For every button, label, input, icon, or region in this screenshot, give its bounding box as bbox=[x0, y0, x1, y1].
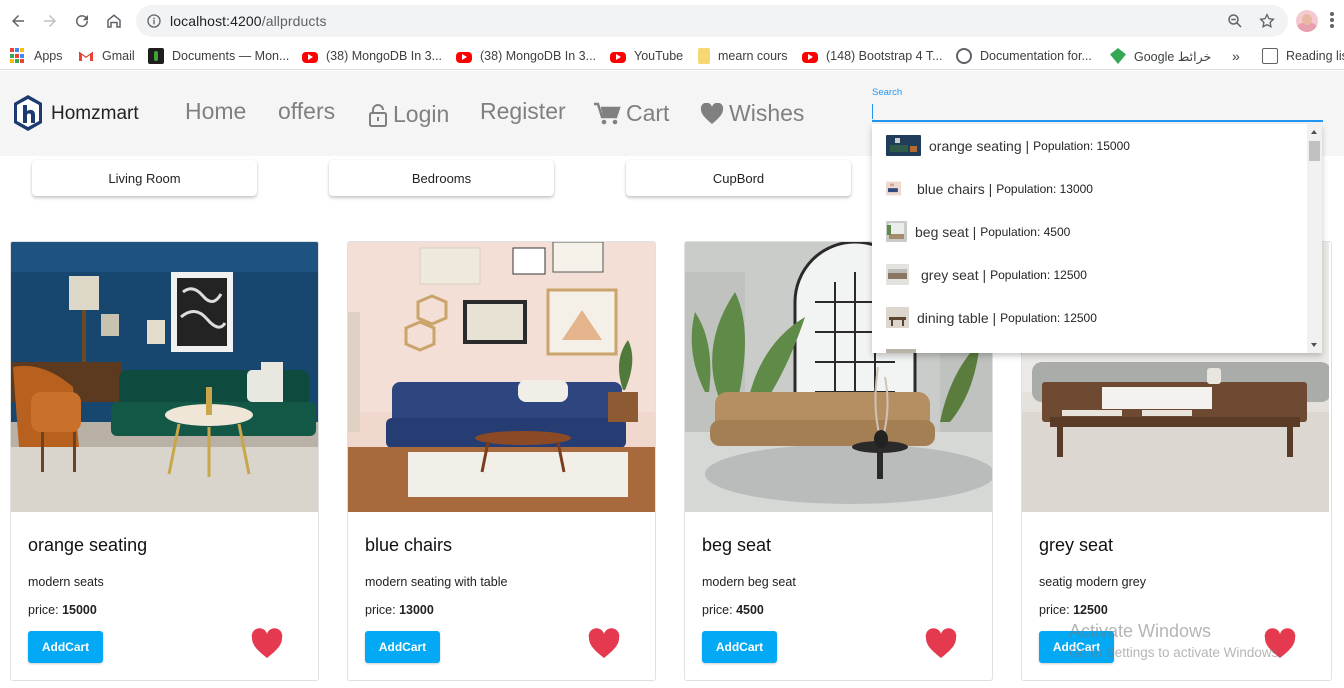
product-title: beg seat bbox=[702, 535, 772, 555]
mongodb-docs-icon bbox=[148, 48, 164, 64]
suggestion-thumbnail bbox=[886, 181, 902, 196]
bookmark-bootstrap[interactable]: (148) Bootstrap 4 T... bbox=[802, 46, 943, 66]
nav-offers-link[interactable]: offers bbox=[278, 98, 335, 125]
info-icon[interactable] bbox=[146, 13, 162, 29]
search-input[interactable] bbox=[872, 100, 1323, 122]
url-text: localhost:4200/allprducts bbox=[170, 13, 327, 29]
wishlist-heart-icon[interactable] bbox=[588, 628, 620, 660]
nav-register-link[interactable]: Register bbox=[480, 98, 566, 125]
bookmark-documentation[interactable]: Documentation for... bbox=[956, 46, 1092, 66]
product-card: orange seating modern seats price: 15000… bbox=[10, 241, 319, 681]
home-icon[interactable] bbox=[102, 9, 126, 33]
add-to-cart-button[interactable]: AddCart bbox=[365, 631, 440, 663]
browser-menu-icon[interactable] bbox=[1330, 12, 1334, 30]
google-maps-icon bbox=[1110, 48, 1126, 64]
profile-avatar[interactable] bbox=[1296, 10, 1318, 32]
bookmark-apps[interactable]: Apps bbox=[10, 46, 63, 66]
youtube-icon bbox=[302, 51, 318, 63]
wishlist-heart-icon[interactable] bbox=[1264, 628, 1296, 660]
youtube-icon bbox=[456, 51, 472, 63]
suggestion-thumbnail bbox=[886, 264, 909, 285]
suggestion-item[interactable]: grey seat | Population: 12500 bbox=[872, 253, 1307, 296]
product-price: price: 4500 bbox=[702, 603, 764, 617]
browser-toolbar: localhost:4200/allprducts bbox=[0, 0, 1344, 42]
search-label: Search bbox=[872, 87, 903, 98]
gmail-icon bbox=[78, 51, 94, 61]
bookmark-mongodb-docs[interactable]: Documents — Mon... bbox=[148, 46, 289, 66]
product-image[interactable] bbox=[348, 242, 655, 512]
reading-list-button[interactable]: Reading lis bbox=[1262, 46, 1344, 66]
bookmark-star-icon[interactable] bbox=[1258, 12, 1276, 30]
suggestion-thumbnail bbox=[886, 221, 907, 242]
scrollbar-thumb[interactable] bbox=[1309, 141, 1320, 161]
suggestion-item[interactable]: dining table | Population: 12500 bbox=[872, 296, 1307, 339]
product-image[interactable] bbox=[11, 242, 318, 512]
bookmark-youtube[interactable]: YouTube bbox=[610, 46, 683, 66]
address-bar[interactable]: localhost:4200/allprducts bbox=[136, 5, 1288, 37]
suggestion-item[interactable]: beg seat | Population: 4500 bbox=[872, 210, 1307, 253]
reading-list-icon bbox=[1262, 48, 1278, 64]
bookmarks-bar: Apps Gmail Documents — Mon... (38) Mongo… bbox=[0, 42, 1344, 70]
product-description: seatig modern grey bbox=[1039, 575, 1147, 589]
bookmark-mongodb-video-2[interactable]: (38) MongoDB In 3... bbox=[456, 46, 596, 66]
category-bedrooms-button[interactable]: Bedrooms bbox=[329, 160, 554, 196]
product-title: grey seat bbox=[1039, 535, 1114, 555]
nav-cart-link[interactable]: Cart bbox=[594, 100, 669, 127]
apps-grid-icon bbox=[10, 48, 26, 64]
globe-icon bbox=[956, 48, 972, 64]
nav-wishes-link[interactable]: Wishes bbox=[700, 100, 804, 127]
cart-icon bbox=[594, 102, 621, 124]
add-to-cart-button[interactable]: AddCart bbox=[28, 631, 103, 663]
bookmark-gmail[interactable]: Gmail bbox=[78, 46, 135, 66]
zoom-icon[interactable] bbox=[1226, 12, 1244, 30]
scroll-down-arrow-icon[interactable] bbox=[1311, 343, 1317, 347]
suggestion-thumbnail-partial bbox=[886, 349, 916, 353]
bookmark-google-maps[interactable]: Google خرائط bbox=[1110, 46, 1211, 66]
product-price: price: 12500 bbox=[1039, 603, 1108, 617]
youtube-icon bbox=[610, 51, 626, 63]
wishlist-heart-icon[interactable] bbox=[251, 628, 283, 660]
lock-icon bbox=[369, 103, 387, 127]
product-price: price: 15000 bbox=[28, 603, 97, 617]
folder-icon bbox=[698, 48, 710, 64]
category-living-room-button[interactable]: Living Room bbox=[32, 160, 257, 196]
category-cupbord-button[interactable]: CupBord bbox=[626, 160, 851, 196]
wishlist-heart-icon[interactable] bbox=[925, 628, 957, 660]
add-to-cart-button[interactable]: AddCart bbox=[1039, 631, 1114, 663]
product-description: modern beg seat bbox=[702, 575, 796, 589]
product-price: price: 13000 bbox=[365, 603, 434, 617]
suggestion-item[interactable]: orange seating | Population: 15000 bbox=[872, 124, 1307, 167]
heart-icon bbox=[700, 102, 724, 124]
suggestion-item[interactable]: blue chairs | Population: 13000 bbox=[872, 167, 1307, 210]
search-suggestions-dropdown[interactable]: orange seating | Population: 15000 blue … bbox=[872, 124, 1322, 353]
reload-icon[interactable] bbox=[70, 9, 94, 33]
youtube-icon bbox=[802, 51, 818, 63]
product-title: orange seating bbox=[28, 535, 148, 555]
brand-name[interactable]: Homzmart bbox=[51, 103, 139, 125]
nav-login-link[interactable]: Login bbox=[368, 101, 449, 128]
homzmart-logo-icon[interactable] bbox=[12, 94, 44, 132]
product-title: blue chairs bbox=[365, 535, 453, 555]
nav-home-link[interactable]: Home bbox=[185, 98, 246, 125]
product-card: blue chairs modern seating with table pr… bbox=[347, 241, 656, 681]
add-to-cart-button[interactable]: AddCart bbox=[702, 631, 777, 663]
back-arrow-icon[interactable] bbox=[6, 9, 30, 33]
product-description: modern seats bbox=[28, 575, 104, 589]
scroll-up-arrow-icon[interactable] bbox=[1311, 130, 1317, 134]
bookmark-mearn-cours[interactable]: mearn cours bbox=[698, 46, 787, 66]
dropdown-scrollbar[interactable] bbox=[1307, 124, 1322, 353]
bookmark-mongodb-video-1[interactable]: (38) MongoDB In 3... bbox=[302, 46, 442, 66]
suggestion-thumbnail bbox=[886, 135, 921, 156]
text-caret bbox=[872, 104, 873, 119]
bookmarks-overflow-button[interactable]: » bbox=[1232, 46, 1240, 66]
product-description: modern seating with table bbox=[365, 575, 508, 589]
suggestion-thumbnail bbox=[886, 307, 909, 328]
forward-arrow-icon[interactable] bbox=[38, 9, 62, 33]
